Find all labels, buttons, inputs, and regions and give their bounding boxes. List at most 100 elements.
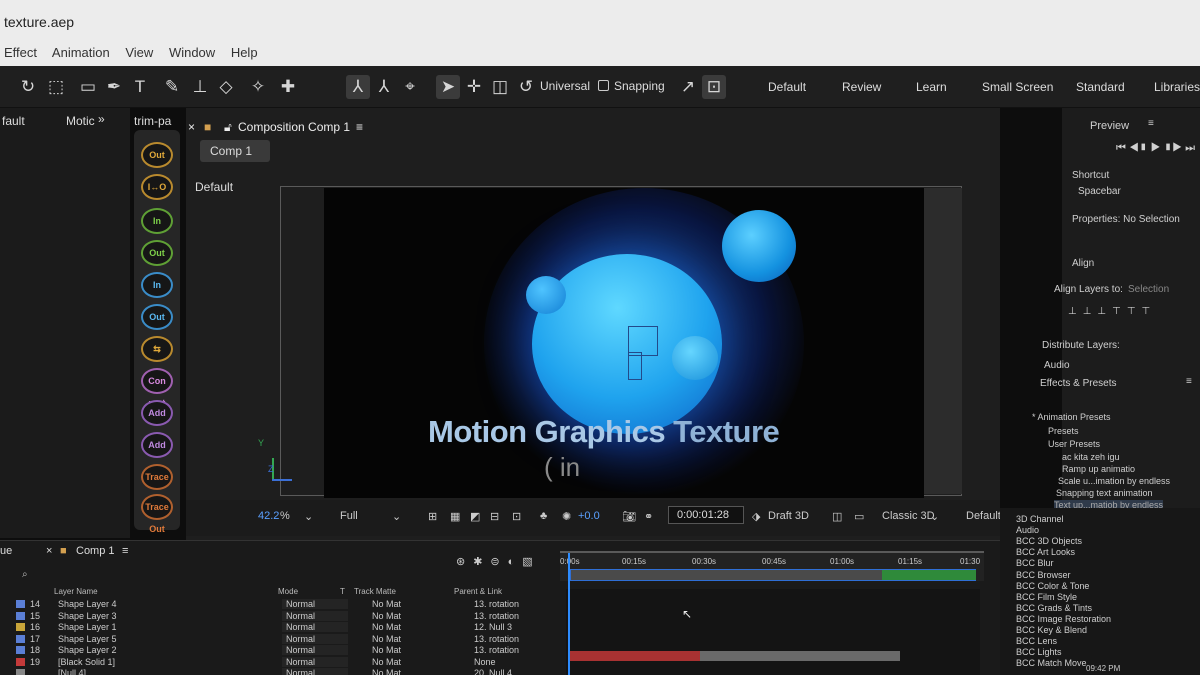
preset-add-button[interactable]: Add [141, 400, 173, 426]
tree-preset-item-2[interactable]: Ramp up animatio [1062, 464, 1135, 474]
workspace-default[interactable]: Default [768, 80, 806, 94]
layer-parent[interactable]: 20. Null 4 [474, 668, 512, 675]
layer-row[interactable]: 14 Shape Layer 4 Normal No Mat 13. rotation [0, 599, 560, 611]
layer-track-matte[interactable]: No Mat [372, 599, 401, 609]
menu-help[interactable]: Help [231, 45, 258, 60]
view-dropdown[interactable]: Default [966, 510, 1001, 522]
tab-workspace[interactable]: fault [2, 114, 25, 136]
view-axis-icon[interactable]: ⌖ [398, 75, 422, 99]
region-icon[interactable]: ⊞ [428, 510, 437, 523]
layer-name[interactable]: Shape Layer 3 [58, 611, 117, 621]
effects-presets-title[interactable]: Effects & Presets [1040, 378, 1117, 389]
audio-panel-tab[interactable]: Audio [1044, 360, 1070, 371]
world-axis-icon[interactable]: ⅄ [372, 75, 396, 99]
layer-color-swatch[interactable] [16, 646, 25, 654]
layer-track-matte[interactable]: No Mat [372, 622, 401, 632]
effect-category-bcc-film-style[interactable]: BCC Film Style [1016, 592, 1077, 602]
effects-menu-icon[interactable]: ≡ [1186, 376, 1192, 387]
resolution-chevron-icon[interactable]: ⌄ [392, 510, 401, 523]
snap-arrow-icon[interactable]: ↗ [676, 75, 700, 99]
workspace-small-screen[interactable]: Small Screen [982, 80, 1053, 94]
layer-row[interactable]: 18 Shape Layer 2 Normal No Mat 13. rotation [0, 645, 560, 657]
current-timecode[interactable]: 0:00:01:28 [668, 506, 744, 524]
layer-color-swatch[interactable] [16, 669, 25, 675]
mask-visibility-icon[interactable]: ◩ [470, 510, 480, 523]
timeline-search-icon[interactable]: ⌕ [22, 569, 28, 580]
effect-category-bcc-art-looks[interactable]: BCC Art Looks [1016, 547, 1075, 557]
camera-view-icon[interactable]: ▭ [854, 510, 864, 523]
layer-parent[interactable]: 13. rotation [474, 611, 519, 621]
layer-mode[interactable]: Normal [286, 622, 315, 632]
draft-3d-icon[interactable]: ⬗ [752, 510, 760, 523]
tree-preset-item-4[interactable]: Snapping text animation [1056, 488, 1153, 498]
roto-brush-icon[interactable]: ✧ [246, 75, 270, 99]
layer-color-swatch[interactable] [16, 634, 25, 643]
timeline-menu-icon[interactable]: ≡ [122, 545, 128, 557]
tab-more-icon[interactable]: » [98, 112, 105, 134]
preset-in-out-button[interactable]: I↔O [141, 174, 173, 200]
layer-parent[interactable]: 13. rotation [474, 634, 519, 644]
column-mode[interactable]: Mode [278, 587, 298, 596]
close-tab-icon[interactable]: × [188, 120, 195, 134]
layer-track-matte[interactable]: No Mat [372, 668, 401, 675]
renderer-dropdown[interactable]: Classic 3D [882, 510, 935, 522]
menu-effect[interactable]: Effect [4, 45, 37, 60]
layer-track-matte[interactable]: No Mat [372, 634, 401, 644]
timeline-left-tab[interactable]: ue [0, 545, 12, 557]
rotate-icon[interactable]: ↻ [16, 75, 40, 99]
layer-track-matte[interactable]: No Mat [372, 657, 401, 667]
resolution-dropdown[interactable]: Full [340, 510, 358, 522]
layer-parent[interactable]: 13. rotation [474, 645, 519, 655]
rectangle-tool-icon[interactable]: ▭ [76, 75, 100, 99]
clone-stamp-icon[interactable]: ⊥ [188, 75, 212, 99]
gray-layer-bar[interactable] [700, 651, 900, 661]
renderer-chevron-icon[interactable]: ⌄ [930, 510, 939, 523]
preview-panel-title[interactable]: Preview [1090, 120, 1129, 132]
layer-parent[interactable]: 12. Null 3 [474, 622, 512, 632]
align-to-dropdown[interactable]: Selection [1128, 284, 1169, 295]
layer-color-swatch[interactable] [16, 611, 25, 620]
preset-in-blue-button[interactable]: In [141, 272, 173, 298]
column-track-matte[interactable]: Track Matte [354, 587, 396, 596]
effect-category-bcc-key-blend[interactable]: BCC Key & Blend [1016, 625, 1087, 635]
brush-tool-icon[interactable]: ✎ [160, 75, 184, 99]
pan-behind-icon[interactable]: ◫ [488, 75, 512, 99]
layer-track-matte[interactable]: No Mat [372, 645, 401, 655]
tree-animation-presets[interactable]: * Animation Presets [1032, 412, 1111, 422]
composition-tab[interactable]: Composition Comp 1 [238, 120, 350, 134]
layer-mode[interactable]: Normal [286, 657, 315, 667]
snapping-toggle[interactable]: Snapping [598, 79, 665, 93]
layer-mode[interactable]: Normal [286, 611, 315, 621]
layer-row[interactable]: 17 Shape Layer 5 Normal No Mat 13. rotation [0, 633, 560, 646]
workspace-standard[interactable]: Standard [1076, 80, 1125, 94]
show-snapshot-icon[interactable]: ⚭ [644, 510, 653, 523]
tree-preset-item-1[interactable]: ac kita zeh igu [1062, 452, 1120, 462]
preview-menu-icon[interactable]: ≡ [1148, 118, 1154, 129]
composition-viewer[interactable]: Motion Graphics Texture ( in [324, 188, 924, 498]
timeline-switches-icon[interactable]: ⊛✱⊜◐▧ [456, 555, 541, 568]
playback-controls-icon[interactable]: ⏮ ◀▮ ▶ ▮▶ ⏭ [1116, 142, 1195, 155]
layer-track-area[interactable]: ↖ [566, 569, 980, 675]
workspace-learn[interactable]: Learn [916, 80, 947, 94]
menu-animation[interactable]: Animation [52, 45, 110, 60]
effect-category-3d-channel[interactable]: 3D Channel [1016, 514, 1064, 524]
preset-out-green-button[interactable]: Out [141, 240, 173, 266]
preset-out-button[interactable]: Out [141, 142, 173, 168]
snapshot-icon[interactable]: 📷︎ [622, 510, 636, 523]
align-buttons-icon[interactable]: ⊥⊥⊥⊤⊤⊤ [1068, 306, 1156, 317]
effect-category-bcc-lens[interactable]: BCC Lens [1016, 636, 1057, 646]
preset-trace-in-button[interactable]: Trace In [141, 464, 173, 504]
universal-rotate-icon[interactable]: ↺ [514, 75, 538, 99]
zoom-dropdown-icon[interactable]: ⌄ [304, 510, 313, 523]
tree-user-presets-folder[interactable]: User Presets [1048, 439, 1100, 449]
effect-category-bcc-image-restoration[interactable]: BCC Image Restoration [1016, 614, 1111, 624]
puppet-pin-icon[interactable]: ✚ [276, 75, 300, 99]
draft-3d-label[interactable]: Draft 3D [768, 510, 809, 522]
snapping-checkbox[interactable] [598, 80, 609, 91]
layer-mode[interactable]: Normal [286, 634, 315, 644]
menu-view[interactable]: View [125, 45, 153, 60]
layer-row[interactable]: [Null 4] Normal No Mat 20. Null 4 [0, 668, 560, 675]
menu-window[interactable]: Window [169, 45, 215, 60]
layer-name[interactable]: Shape Layer 1 [58, 622, 117, 632]
layer-row[interactable]: 16 Shape Layer 1 Normal No Mat 12. Null 3 [0, 622, 560, 634]
